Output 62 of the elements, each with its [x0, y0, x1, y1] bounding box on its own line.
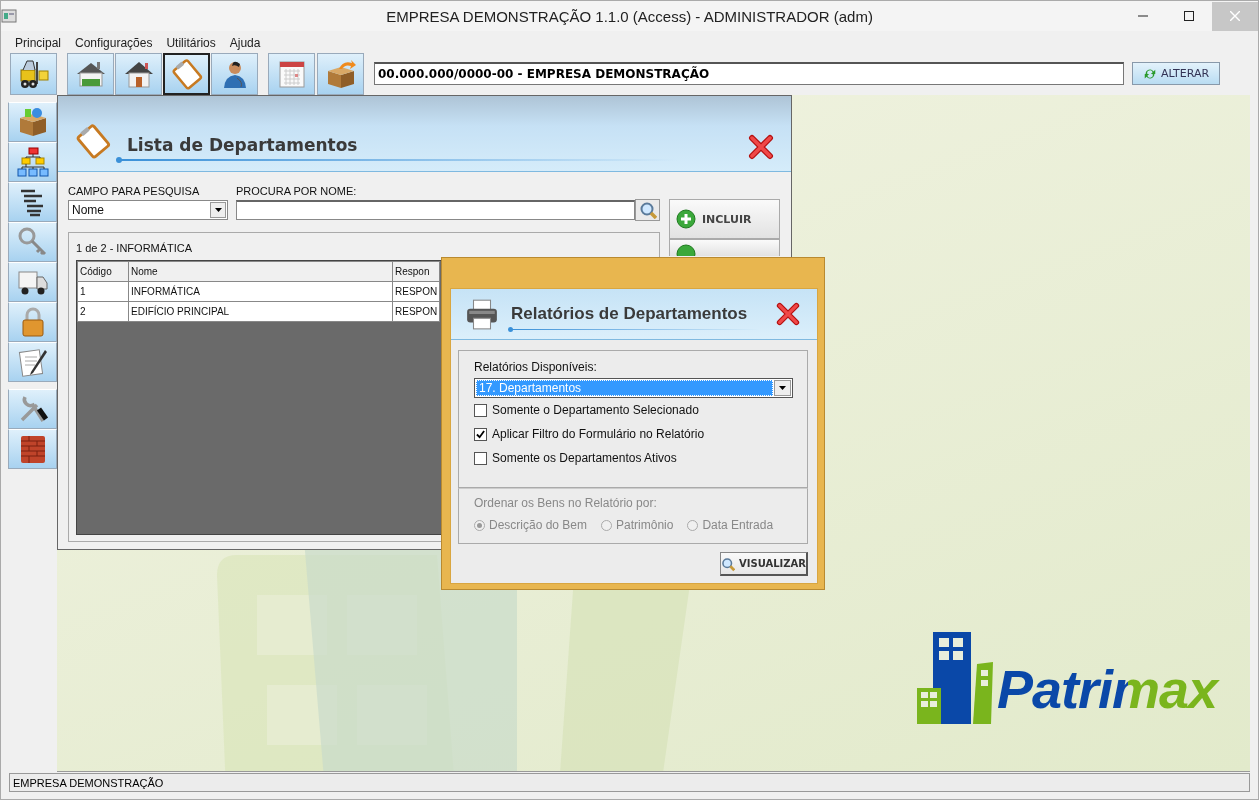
sidebar-button[interactable] — [8, 429, 57, 469]
key-icon — [16, 226, 49, 258]
plus-icon — [676, 209, 696, 229]
add-button[interactable]: INCLUIR — [669, 199, 780, 239]
toolbar-button[interactable] — [163, 52, 210, 95]
radio-label: Patrimônio — [616, 518, 674, 532]
close-icon — [747, 133, 775, 161]
menu-item[interactable]: Configurações — [75, 35, 153, 50]
search-button[interactable] — [635, 199, 660, 221]
app-icon — [1, 8, 17, 24]
group-label: Ordenar os Bens no Relatório por: — [474, 496, 657, 510]
search-field[interactable] — [236, 200, 635, 220]
change-button[interactable]: ALTERAR — [1132, 62, 1220, 85]
status-bar: EMPRESA DEMONSTRAÇÃO — [9, 773, 1250, 792]
close-icon — [775, 301, 801, 327]
buildings-icon — [915, 632, 995, 724]
search-field-dropdown[interactable]: Nome — [68, 200, 228, 220]
close-icon — [1230, 11, 1240, 21]
radio-label: Descrição do Bem — [489, 518, 588, 532]
sidebar-button[interactable] — [8, 142, 57, 182]
field-label: PROCURA POR NOME: — [236, 185, 357, 197]
checkbox[interactable] — [474, 451, 487, 465]
checkbox-label: Somente os Departamentos Ativos — [492, 451, 677, 465]
preview-button[interactable]: VISUALIZAR — [720, 552, 808, 576]
column-header[interactable]: Respon — [392, 261, 440, 282]
printer-icon — [465, 297, 499, 331]
record-info: 1 de 2 - INFORMÁTICA — [76, 242, 193, 254]
caret-icon — [213, 207, 223, 213]
column-header[interactable]: Código — [77, 261, 129, 282]
sidebar-button[interactable] — [8, 182, 57, 222]
caret-icon — [778, 385, 787, 391]
menu-item[interactable]: Principal — [15, 35, 62, 50]
action-button[interactable] — [669, 239, 780, 256]
check-icon — [476, 429, 485, 439]
checkbox[interactable] — [474, 403, 487, 417]
toolbar-button[interactable] — [10, 52, 57, 95]
sidebar-button[interactable] — [8, 342, 57, 382]
dialog-title: Relatórios de Departamentos — [511, 304, 748, 324]
checkbox-label: Somente o Departamento Selecionado — [492, 403, 699, 417]
selected-report: 17. Departamentos — [476, 380, 773, 396]
maximize-icon — [1184, 11, 1194, 21]
sidebar-button[interactable] — [8, 262, 57, 302]
document-pen-icon — [16, 346, 49, 378]
toolbar-button[interactable] — [67, 52, 114, 95]
window-title: Lista de Departamentos — [127, 135, 358, 155]
checkbox[interactable] — [474, 427, 487, 441]
table-cell: 1 — [77, 281, 129, 302]
org-chart-icon — [16, 146, 49, 178]
menu-item[interactable]: Utilitários — [166, 35, 216, 50]
sidebar-button[interactable] — [8, 389, 57, 429]
field-label: CAMPO PARA PESQUISA — [68, 185, 201, 197]
field-label: Relatórios Disponíveis: — [474, 360, 597, 374]
forklift-icon — [17, 57, 50, 90]
column-header[interactable]: Nome — [128, 261, 393, 282]
toolbar-button[interactable] — [115, 52, 162, 95]
table-cell: 2 — [77, 301, 129, 322]
checkbox-label: Aplicar Filtro do Formulário no Relatório — [492, 427, 705, 441]
menu-item[interactable]: Ajuda — [229, 35, 261, 50]
window-title: EMPRESA DEMONSTRAÇÃO 1.1.0 (Access) - ADMINISTRADOR (adm) — [386, 7, 873, 25]
search-icon — [638, 201, 657, 219]
radio-label: Data Entrada — [702, 518, 774, 532]
company-field[interactable]: 00.000.000/0000-00 - EMPRESA DEMONSTRAÇÃO — [374, 62, 1124, 85]
